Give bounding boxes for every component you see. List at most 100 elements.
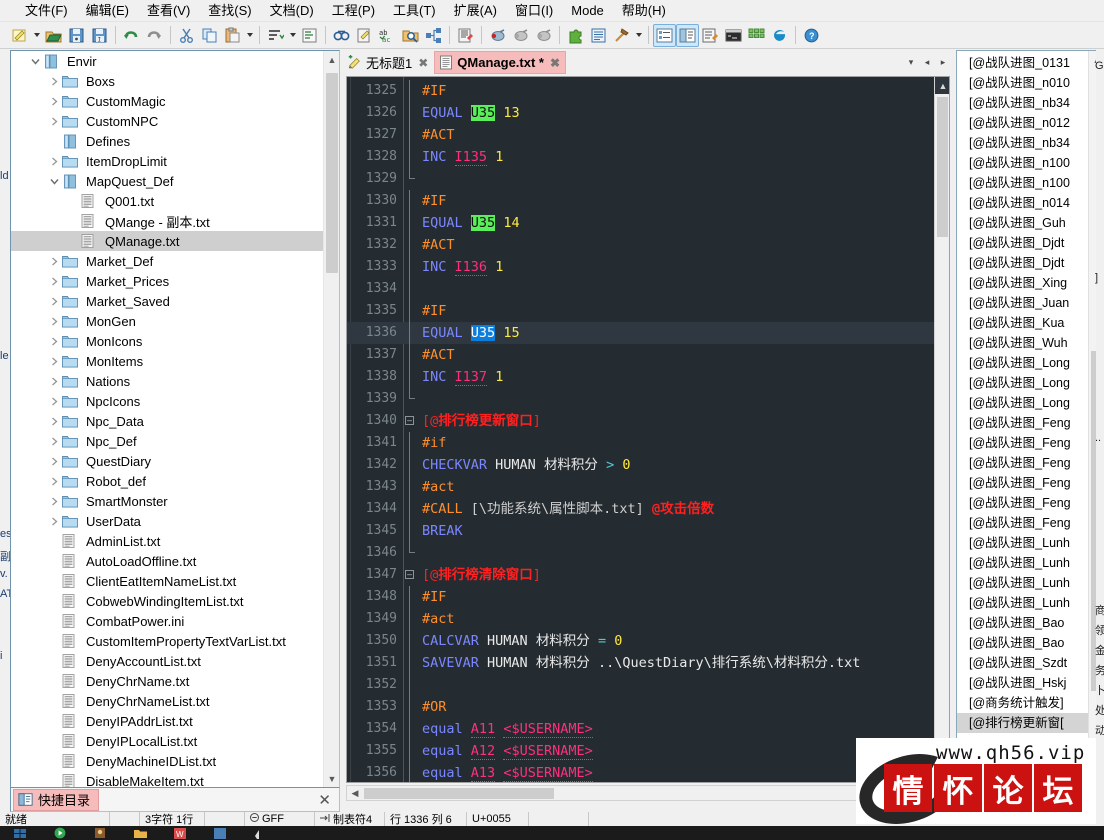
function-list-item[interactable]: [@商务统计触发] (957, 693, 1090, 713)
code-line[interactable]: 1352 (347, 674, 949, 696)
toggle-network-icon[interactable] (745, 24, 768, 47)
build-icon[interactable] (610, 24, 633, 47)
chevron-right-icon[interactable] (46, 311, 62, 331)
code-line[interactable]: 1328 INC I135 1 (347, 146, 949, 168)
code-line[interactable]: 1334 (347, 278, 949, 300)
browser-preview-icon[interactable] (768, 24, 791, 47)
tree-folder-item[interactable]: MonIcons (11, 331, 324, 351)
code-line[interactable]: 1340– [@排行榜更新窗口] (347, 410, 949, 432)
tree-file-item[interactable]: QManage.txt (11, 231, 324, 251)
code-line[interactable]: 1330 #IF (347, 190, 949, 212)
code-line[interactable]: 1351 SAVEVAR HUMAN 材料积分 ..\QuestDiary\排行系… (347, 652, 949, 674)
function-list-item[interactable]: [@战队进图_Bao (957, 613, 1090, 633)
tab-scroll-right-icon[interactable]: ▸ (936, 54, 950, 72)
tree-file-item[interactable]: CombatPower.ini (11, 611, 324, 631)
build-dropdown-icon[interactable] (633, 24, 644, 47)
code-line[interactable]: 1345 BREAK (347, 520, 949, 542)
function-list-item[interactable]: [@战队进图_Guh (957, 213, 1090, 233)
code-line[interactable]: 1336 EQUAL U35 15 (347, 322, 949, 344)
tree-folder-item[interactable]: Envir (11, 51, 324, 71)
code-line[interactable]: 1331 EQUAL U35 14 (347, 212, 949, 234)
menu-edit[interactable]: 编辑(E) (77, 1, 138, 21)
scroll-up-icon[interactable]: ▲ (324, 51, 339, 68)
print-icon[interactable] (454, 24, 477, 47)
chevron-right-icon[interactable] (46, 491, 62, 511)
chevron-right-icon[interactable] (46, 91, 62, 111)
start-icon[interactable] (0, 826, 40, 840)
chevron-right-icon[interactable] (46, 411, 62, 431)
tree-folder-item[interactable]: CustomMagic (11, 91, 324, 111)
tree-file-item[interactable]: AdminList.txt (11, 531, 324, 551)
function-list-item[interactable]: [@战队进图_Bao (957, 633, 1090, 653)
menu-file[interactable]: 文件(F) (16, 1, 77, 21)
menu-project[interactable]: 工程(P) (323, 1, 384, 21)
function-list-item[interactable]: [@战队进图_Djdt (957, 233, 1090, 253)
toggle-explorer-panel-icon[interactable] (676, 23, 699, 47)
code-line[interactable]: 1354 equal A11 <$USERNAME> (347, 718, 949, 740)
code-line[interactable]: 1348 #IF (347, 586, 949, 608)
tree-file-item[interactable]: DenyAccountList.txt (11, 651, 324, 671)
code-line[interactable]: 1325 #IF (347, 80, 949, 102)
tree-folder-item[interactable]: QuestDiary (11, 451, 324, 471)
code-vertical-scrollbar[interactable]: ▲ ▼ (934, 77, 949, 782)
menu-document[interactable]: 文档(D) (261, 1, 323, 21)
code-line[interactable]: 1341 #if (347, 432, 949, 454)
tree-folder-item[interactable]: Defines (11, 131, 324, 151)
function-list-item[interactable]: [@战队进图_n100 (957, 153, 1090, 173)
function-list-item[interactable]: [@战队进图_Long (957, 373, 1090, 393)
chevron-down-icon[interactable] (27, 51, 43, 71)
tree-file-item[interactable]: DisableMakeItem.txt (11, 771, 324, 787)
tray-icon[interactable] (240, 826, 280, 840)
function-list-item[interactable]: [@战队进图_Feng (957, 413, 1090, 433)
toggle-console-icon[interactable] (722, 24, 745, 47)
function-list-item[interactable]: [@战队进图_0131 (957, 53, 1090, 73)
tree-folder-item[interactable]: Npc_Data (11, 411, 324, 431)
chevron-right-icon[interactable] (46, 151, 62, 171)
chevron-right-icon[interactable] (46, 291, 62, 311)
function-list-item[interactable]: [@战队进图_Djdt (957, 253, 1090, 273)
function-list-item[interactable]: [@战队进图_Lunh (957, 573, 1090, 593)
new-file-dropdown-icon[interactable] (31, 24, 42, 47)
code-line[interactable]: 1332 #ACT (347, 234, 949, 256)
tree-file-item[interactable]: Q001.txt (11, 191, 324, 211)
tree-folder-item[interactable]: Market_Def (11, 251, 324, 271)
bookmark-next-icon[interactable] (532, 24, 555, 47)
code-line[interactable]: 1335 #IF (347, 300, 949, 322)
tree-folder-item[interactable]: SmartMonster (11, 491, 324, 511)
function-list-item[interactable]: [@战队进图_Lunh (957, 593, 1090, 613)
spell-check-icon[interactable]: ab ac (376, 24, 399, 47)
code-line[interactable]: 1329 (347, 168, 949, 190)
chevron-right-icon[interactable] (46, 351, 62, 371)
close-icon[interactable]: ✖ (550, 56, 560, 70)
close-icon[interactable]: ✕ (318, 791, 331, 809)
function-list-item[interactable]: [@战队进图_Feng (957, 433, 1090, 453)
menu-view[interactable]: 查看(V) (138, 1, 199, 21)
tree-folder-item[interactable]: Nations (11, 371, 324, 391)
function-list-item[interactable]: [@战队进图_Lunh (957, 553, 1090, 573)
code-line[interactable]: 1347– [@排行榜清除窗口] (347, 564, 949, 586)
chevron-right-icon[interactable] (46, 111, 62, 131)
function-list-item[interactable]: [@战队进图_n012 (957, 113, 1090, 133)
function-list-item[interactable]: [@战队进图_Long (957, 353, 1090, 373)
document-icon[interactable] (587, 24, 610, 47)
function-list-item[interactable]: [@战队进图_Xing (957, 273, 1090, 293)
sort-lines-icon[interactable] (264, 24, 287, 47)
tree-folder-item[interactable]: UserData (11, 511, 324, 531)
function-list-item[interactable]: [@战队进图_Lunh (957, 533, 1090, 553)
fold-collapse-icon[interactable]: – (405, 570, 414, 579)
code-line[interactable]: 1342 CHECKVAR HUMAN 材料积分 > 0 (347, 454, 949, 476)
chevron-right-icon[interactable] (46, 451, 62, 471)
quick-directory-tab[interactable]: 快捷目录 (13, 788, 100, 811)
function-list-item[interactable]: [@战队进图_Feng (957, 513, 1090, 533)
tree-file-item[interactable]: CobwebWindingItemList.txt (11, 591, 324, 611)
tree-folder-item[interactable]: MonGen (11, 311, 324, 331)
code-line[interactable]: 1349 #act (347, 608, 949, 630)
menu-extensions[interactable]: 扩展(A) (445, 1, 506, 21)
tab-list-dropdown-icon[interactable]: ▾ (904, 54, 918, 72)
menu-tools[interactable]: 工具(T) (384, 1, 445, 21)
chevron-right-icon[interactable] (46, 391, 62, 411)
chevron-right-icon[interactable] (46, 511, 62, 531)
find-in-files-icon[interactable] (399, 24, 422, 47)
function-list-item[interactable]: [@排行榜更新窗[ (957, 713, 1090, 733)
replace-icon[interactable] (353, 24, 376, 47)
